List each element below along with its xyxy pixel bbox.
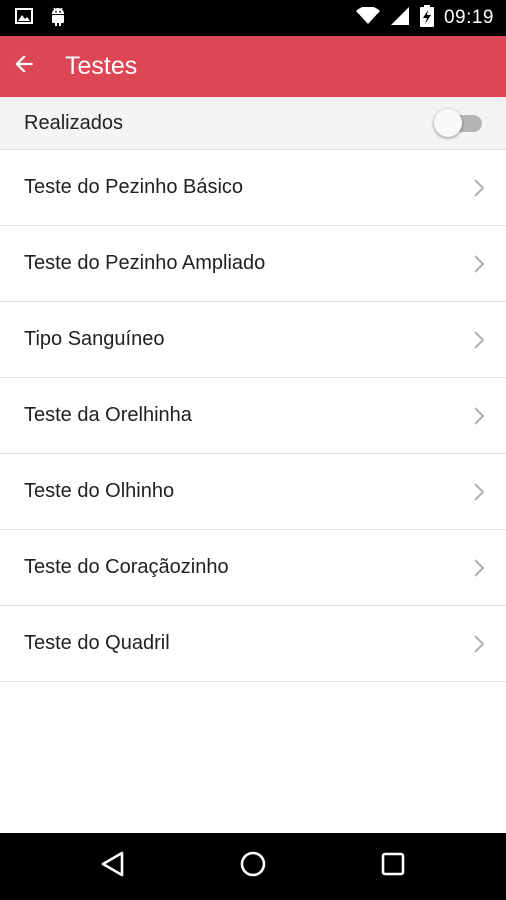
back-button[interactable]: [0, 36, 48, 97]
list-item-label: Tipo Sanguíneo: [24, 328, 165, 350]
list-item[interactable]: Teste do Quadril: [0, 606, 506, 682]
recents-square-icon: [380, 851, 406, 882]
chevron-right-icon: [472, 557, 486, 579]
chevron-right-icon: [472, 253, 486, 275]
list-item[interactable]: Teste do Pezinho Básico: [0, 150, 506, 226]
toggle-thumb: [434, 109, 462, 137]
chevron-right-icon: [472, 481, 486, 503]
filter-label: Realizados: [24, 111, 123, 134]
list-item-label: Teste do Olhinho: [24, 480, 175, 502]
status-bar: 09:19: [0, 0, 506, 36]
list-item-label: Teste do Coraçãozinho: [24, 556, 229, 578]
image-icon: [14, 6, 34, 31]
status-time: 09:19: [443, 7, 494, 28]
battery-charging-icon: [419, 4, 434, 32]
chevron-right-icon: [472, 405, 486, 427]
back-triangle-icon: [100, 850, 126, 883]
android-icon: [48, 5, 68, 32]
wifi-icon: [355, 5, 380, 30]
list-item[interactable]: Teste do Olhinho: [0, 454, 506, 530]
filter-row: Realizados: [0, 97, 506, 150]
home-circle-icon: [239, 850, 267, 883]
nav-back-button[interactable]: [43, 833, 183, 900]
status-left: [14, 5, 68, 32]
list-item[interactable]: Teste do Coraçãozinho: [0, 530, 506, 606]
list-item[interactable]: Teste do Pezinho Ampliado: [0, 226, 506, 302]
nav-recents-button[interactable]: [323, 833, 463, 900]
signal-icon: [390, 6, 410, 31]
chevron-right-icon: [472, 633, 486, 655]
chevron-right-icon: [472, 177, 486, 199]
list-item[interactable]: Teste da Orelhinha: [0, 378, 506, 454]
realizados-toggle[interactable]: [434, 108, 484, 138]
app-bar: Testes: [0, 36, 506, 97]
tests-list: Teste do Pezinho Básico Teste do Pezinho…: [0, 150, 506, 682]
nav-home-button[interactable]: [183, 833, 323, 900]
chevron-right-icon: [472, 329, 486, 351]
list-item-label: Teste do Quadril: [24, 632, 170, 654]
list-item[interactable]: Tipo Sanguíneo: [0, 302, 506, 378]
status-right: 09:19: [355, 4, 494, 32]
list-item-label: Teste do Pezinho Básico: [24, 176, 244, 198]
list-item-label: Teste da Orelhinha: [24, 404, 192, 426]
arrow-back-icon: [11, 51, 37, 82]
page-title: Testes: [65, 52, 138, 80]
list-item-label: Teste do Pezinho Ampliado: [24, 252, 266, 274]
navigation-bar: [0, 833, 506, 900]
